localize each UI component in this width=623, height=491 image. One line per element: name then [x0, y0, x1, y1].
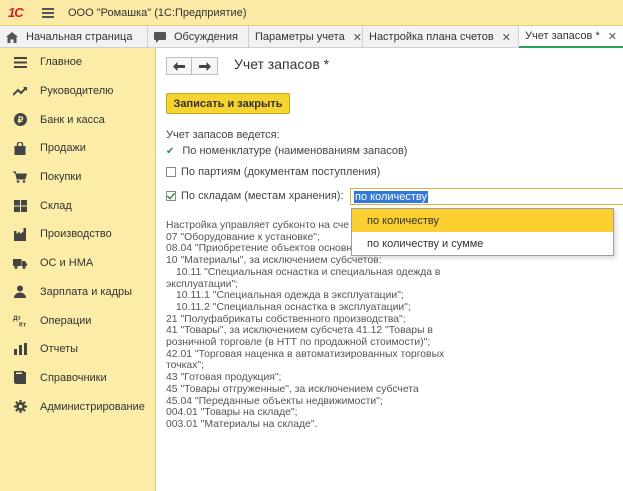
by-warehouses-checkbox[interactable]	[166, 191, 176, 202]
sidebar-item-label: Руководителю	[40, 85, 114, 98]
close-icon[interactable]: ✕	[608, 30, 617, 43]
history-nav	[166, 57, 218, 75]
stock-accounting-label: Учет запасов ведется:	[166, 129, 280, 141]
title-bar: 1С ООО "Ромашка" (1С:Предприятие)	[0, 0, 623, 26]
book-icon	[13, 371, 27, 385]
sidebar-item-administration[interactable]: Администрирование	[0, 392, 155, 421]
by-batches-checkbox[interactable]	[166, 167, 176, 178]
by-nomenclature-label: По номенклатуре (наименованиям запасов)	[182, 145, 408, 157]
setup-line: 10.11 "Специальная оснастка и специальна…	[176, 266, 441, 278]
sidebar-item-label: Покупки	[40, 171, 82, 184]
menu-icon	[13, 55, 27, 69]
setup-line: розничной торговле (в НТТ по продажной с…	[166, 337, 431, 349]
tab-chart-of-accounts[interactable]: Настройка плана счетов ✕	[363, 26, 519, 48]
check-mark-icon: ✔	[166, 146, 175, 157]
warehouse-mode-value: по количеству	[354, 190, 428, 203]
setup-line: 10 "Материалы", за исключением субсчетов…	[166, 255, 382, 267]
sidebar-item-payroll[interactable]: Зарплата и кадры	[0, 278, 155, 307]
sidebar-item-reports[interactable]: Отчеты	[0, 335, 155, 364]
tab-label: Обсуждения	[174, 31, 238, 43]
gear-icon	[13, 400, 27, 414]
setup-line: 10.11.2 "Специальная оснастка в эксплуат…	[176, 301, 411, 313]
svg-text:₽: ₽	[17, 115, 23, 125]
trend-icon	[13, 84, 27, 98]
setup-line: 45 "Товары отгруженные", за исключением …	[166, 383, 419, 395]
sidebar-item-label: Администрирование	[40, 400, 145, 413]
sidebar-item-label: Операции	[40, 314, 92, 327]
sidebar-item-label: Зарплата и кадры	[40, 285, 133, 298]
forward-button[interactable]	[192, 57, 218, 75]
setup-line: точках";	[166, 360, 204, 372]
dropdown-option-quantity-and-sum[interactable]: по количеству и сумме	[352, 232, 613, 255]
setup-line: 42.01 "Торговая наценка в автоматизирова…	[166, 348, 445, 360]
tab-label: Учет запасов *	[525, 30, 600, 42]
warehouse-mode-select[interactable]: по количеству	[350, 188, 623, 205]
bag-icon	[13, 141, 27, 155]
sidebar-item-label: Производство	[40, 228, 112, 241]
sidebar-item-operations[interactable]: Дт Кт Операции	[0, 306, 155, 335]
setup-line: 45.04 "Переданные объекты недвижимости";	[166, 395, 383, 407]
by-warehouses-row[interactable]: По складам (местам хранения):	[166, 190, 344, 202]
truck-icon	[13, 256, 27, 270]
setup-line: 003.01 "Материалы на складе".	[166, 418, 318, 430]
sidebar: Главное Руководителю ₽ Банк и касса Прод…	[0, 48, 156, 491]
by-nomenclature-row: ✔ По номенклатуре (наименованиям запасов)	[166, 145, 407, 157]
chat-icon	[154, 31, 166, 43]
sidebar-item-fixed-assets[interactable]: ОС и НМА	[0, 249, 155, 278]
tab-stock-accounting[interactable]: Учет запасов * ✕	[519, 26, 623, 48]
sidebar-item-label: Банк и касса	[40, 113, 105, 126]
form-area: Учет запасов * Записать и закрыть Учет з…	[156, 48, 623, 491]
tab-label: Настройка плана счетов	[369, 31, 494, 43]
sidebar-item-label: ОС и НМА	[40, 257, 94, 270]
sidebar-item-label: Справочники	[40, 371, 107, 384]
sidebar-item-label: Главное	[40, 56, 83, 69]
tab-discussions[interactable]: Обсуждения	[148, 26, 249, 48]
warehouse-icon	[13, 199, 27, 213]
main-menu-icon[interactable]	[42, 7, 54, 18]
save-and-close-button[interactable]: Записать и закрыть	[166, 93, 290, 114]
sidebar-item-label: Отчеты	[40, 343, 79, 356]
tab-label: Параметры учета	[255, 31, 345, 43]
sidebar-item-sales[interactable]: Продажи	[0, 134, 155, 163]
sidebar-item-main[interactable]: Главное	[0, 48, 155, 77]
sidebar-item-bank[interactable]: ₽ Банк и касса	[0, 105, 155, 134]
sidebar-item-purchases[interactable]: Покупки	[0, 163, 155, 192]
dt-kt-icon: Дт Кт	[13, 314, 27, 328]
sidebar-item-manager[interactable]: Руководителю	[0, 77, 155, 106]
setup-line: 21 "Полуфабрикаты собственного производс…	[166, 313, 406, 325]
app-title: ООО "Ромашка" (1С:Предприятие)	[68, 6, 247, 19]
warehouse-mode-dropdown: по количеству по количеству и сумме	[351, 208, 614, 256]
setup-line: 10.11.1 "Специальная одежда в эксплуатац…	[176, 290, 404, 302]
tab-label: Начальная страница	[26, 31, 133, 43]
sidebar-item-directories[interactable]: Справочники	[0, 364, 155, 393]
close-icon[interactable]: ✕	[502, 31, 511, 44]
back-button[interactable]	[166, 57, 192, 75]
setup-line: 004.01 "Товары на складе";	[166, 407, 298, 419]
tabs-bar: Начальная страница Обсуждения Параметры …	[0, 26, 623, 48]
setup-line: 41 "Товары", за исключением субсчета 41.…	[166, 325, 433, 337]
factory-icon	[13, 227, 27, 241]
coin-icon: ₽	[13, 113, 27, 127]
close-icon[interactable]: ✕	[353, 31, 362, 44]
page-title: Учет запасов *	[234, 56, 330, 72]
svg-text:Кт: Кт	[19, 322, 26, 328]
logo: 1С	[8, 5, 24, 20]
by-batches-label: По партиям (документам поступления)	[181, 166, 381, 178]
home-icon	[6, 31, 18, 43]
by-warehouses-label: По складам (местам хранения):	[181, 190, 344, 202]
person-icon	[13, 285, 27, 299]
sidebar-item-warehouse[interactable]: Склад	[0, 191, 155, 220]
tab-accounting-params[interactable]: Параметры учета ✕	[249, 26, 363, 48]
sidebar-item-label: Склад	[40, 199, 72, 212]
sidebar-item-production[interactable]: Производство	[0, 220, 155, 249]
report-icon	[13, 342, 27, 356]
tab-home[interactable]: Начальная страница	[0, 26, 148, 48]
sidebar-item-label: Продажи	[40, 142, 86, 155]
setup-line: эксплуатации";	[166, 278, 239, 290]
setup-line: 43 "Готовая продукция";	[166, 372, 282, 384]
by-batches-row[interactable]: По партиям (документам поступления)	[166, 166, 380, 178]
dropdown-option-quantity[interactable]: по количеству	[352, 209, 613, 232]
cart-icon	[13, 170, 27, 184]
